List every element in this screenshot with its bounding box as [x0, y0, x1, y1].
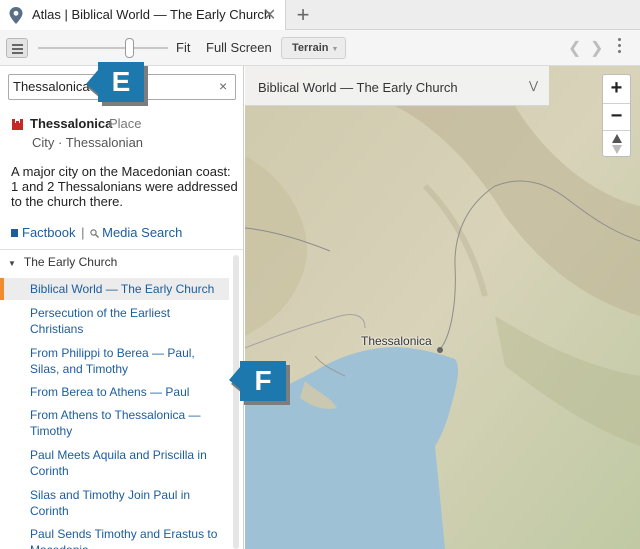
list-item[interactable]: Silas and Timothy Join Paul in Corinth [30, 487, 220, 519]
map-title-bar[interactable]: Biblical World — The Early Church ⋁ [245, 66, 549, 106]
terrain-label: Terrain [292, 42, 329, 54]
zoom-out-button[interactable]: − [603, 105, 630, 127]
zoom-slider[interactable] [38, 47, 168, 49]
link-separator: | [81, 225, 85, 240]
list-item[interactable]: From Berea to Athens — Paul [30, 384, 220, 400]
compass-icon[interactable] [611, 134, 623, 154]
callout-e: E [98, 62, 144, 102]
city-label: Thessalonica [361, 334, 432, 348]
map-title: Biblical World — The Early Church [258, 80, 458, 95]
triangle-down-icon: ▼ [8, 259, 16, 268]
left-panel: × Thessalonica Place City · Thessalonian… [0, 66, 244, 549]
zoom-in-button[interactable]: + [603, 77, 630, 99]
factbook-icon [11, 229, 18, 237]
tab-title: Atlas | Biblical World — The Early Churc… [32, 7, 272, 22]
chevron-down-icon: ▼ [331, 46, 339, 53]
place-icon [12, 119, 23, 130]
tab-atlas[interactable]: Atlas | Biblical World — The Early Churc… [0, 0, 286, 31]
zoom-slider-thumb[interactable] [125, 38, 134, 58]
terrain-map [245, 66, 640, 549]
search-icon [90, 229, 100, 238]
map-pin-icon [9, 7, 23, 24]
chevron-down-icon[interactable]: ⋁ [529, 79, 538, 92]
toolbar: Fit Full Screen Terrain ▼ ❮ ❯ [0, 30, 640, 66]
group-header[interactable]: ▼ The Early Church [8, 255, 117, 269]
active-item-marker [0, 278, 4, 300]
callout-f: F [240, 361, 286, 401]
fullscreen-button[interactable]: Full Screen [206, 40, 272, 55]
clear-search-icon[interactable]: × [219, 78, 227, 94]
list-item[interactable]: Paul Sends Timothy and Erastus to Macedo… [30, 526, 220, 549]
place-links: Factbook | Media Search [11, 225, 182, 240]
group-title: The Early Church [23, 255, 118, 269]
factbook-link[interactable]: Factbook [22, 225, 75, 240]
add-tab-button[interactable]: + [293, 2, 313, 28]
list-item[interactable]: Paul Meets Aquila and Priscilla in Corin… [30, 447, 220, 479]
list-item[interactable]: From Philippi to Berea — Paul, Silas, an… [30, 345, 220, 377]
close-icon[interactable]: ✕ [263, 5, 276, 25]
list-scrollbar[interactable] [233, 255, 239, 549]
list-item[interactable]: Biblical World — The Early Church [30, 281, 220, 297]
more-options-icon[interactable] [618, 38, 622, 56]
list-item[interactable]: Persecution of the Earliest Christians [30, 305, 220, 337]
divider [0, 249, 243, 250]
place-type: Place [109, 116, 142, 131]
forward-arrow-icon[interactable]: ❯ [590, 38, 603, 58]
list-item[interactable]: From Athens to Thessalonica — Timothy [30, 407, 220, 439]
terrain-dropdown[interactable]: Terrain ▼ [281, 37, 346, 59]
menu-icon[interactable] [6, 38, 28, 58]
place-description: A major city on the Macedonian coast: 1 … [11, 164, 238, 209]
place-name: Thessalonica [30, 116, 113, 131]
media-search-link[interactable]: Media Search [102, 225, 182, 240]
zoom-controls: + − [602, 74, 631, 157]
fit-button[interactable]: Fit [176, 40, 190, 55]
tab-bar: Atlas | Biblical World — The Early Churc… [0, 0, 640, 31]
place-subtitle: City · Thessalonian [32, 135, 144, 150]
back-arrow-icon[interactable]: ❮ [568, 38, 581, 58]
map-view[interactable]: Biblical World — The Early Church ⋁ + − … [245, 66, 640, 549]
